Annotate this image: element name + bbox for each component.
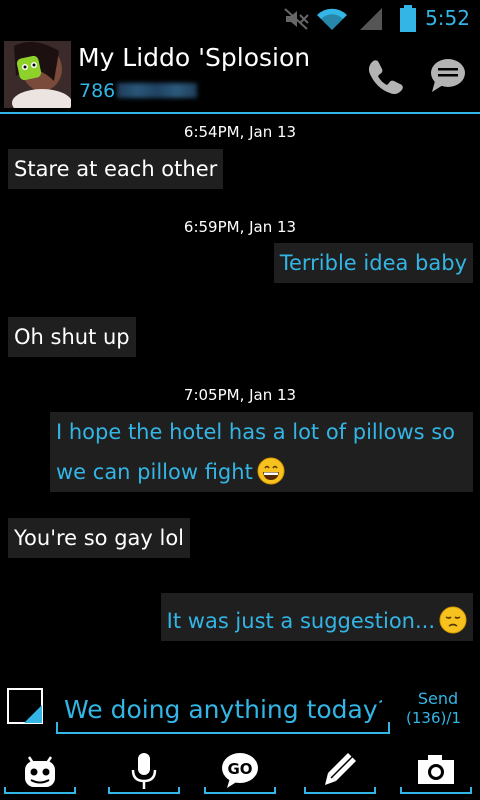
attach-button[interactable]	[7, 688, 43, 724]
message-timestamp: 6:54PM, Jan 13	[183, 123, 297, 141]
phone-icon	[368, 60, 403, 95]
outgoing-message[interactable]: I hope the hotel has a lot of pillows so…	[50, 412, 473, 492]
android-icon	[25, 756, 55, 787]
character-count: (136)/1	[406, 709, 461, 727]
incoming-message[interactable]: You're so gay lol	[8, 518, 191, 558]
message-timestamp: 6:59PM, Jan 13	[183, 218, 297, 236]
outgoing-message[interactable]: It was just a suggestion...	[160, 593, 473, 641]
incoming-message[interactable]: Oh shut up	[8, 317, 136, 357]
camera-button[interactable]	[400, 744, 472, 794]
message-timestamp: 7:05PM, Jan 13	[183, 386, 297, 404]
mute-icon	[283, 7, 311, 35]
contact-avatar[interactable]	[4, 41, 71, 108]
redacted-number	[117, 83, 198, 98]
contact-number-prefix: 786	[79, 80, 116, 102]
button-underline	[204, 787, 276, 794]
message-line: I hope the hotel has a lot of pillows so	[56, 420, 456, 444]
battery-icon	[399, 5, 417, 37]
microphone-icon	[131, 753, 157, 789]
message-line-text: we can pillow fight	[56, 460, 253, 484]
camera-icon	[418, 755, 454, 784]
pensive-emoji-icon	[439, 606, 467, 634]
button-underline	[304, 787, 376, 794]
button-underline	[400, 787, 472, 794]
chat-bubble-icon	[431, 59, 465, 92]
signal-icon	[358, 7, 384, 35]
input-edge-left	[56, 722, 58, 734]
wifi-icon	[316, 7, 348, 35]
status-bar: 5:52	[0, 0, 480, 38]
message-input[interactable]	[56, 682, 390, 734]
message-text: It was just a suggestion...	[166, 609, 435, 633]
button-underline	[4, 787, 76, 794]
contact-number: 786	[79, 80, 198, 102]
input-edge-right	[388, 722, 390, 734]
emoji-android-button[interactable]	[4, 744, 76, 794]
svg-text:GO: GO	[227, 760, 252, 778]
attach-corner-icon	[24, 705, 42, 723]
go-icon: GO	[222, 753, 258, 788]
pencil-icon	[325, 753, 356, 785]
sms-button[interactable]	[426, 54, 470, 98]
grinning-emoji-icon	[257, 457, 285, 485]
header-divider	[0, 112, 480, 114]
go-sms-button[interactable]: GO	[204, 744, 276, 794]
voice-input-button[interactable]	[108, 744, 180, 794]
message-line-with-emoji: we can pillow fight	[56, 452, 467, 492]
conversation-header: My Liddo 'Splosion 786	[0, 38, 480, 112]
button-underline	[108, 787, 180, 794]
handwriting-button[interactable]	[304, 744, 376, 794]
contact-name: My Liddo 'Splosion	[78, 43, 311, 72]
call-button[interactable]	[362, 54, 406, 98]
bottom-toolbar: GO	[0, 744, 480, 800]
incoming-message[interactable]: Stare at each other	[8, 149, 224, 189]
send-button[interactable]: Send	[408, 689, 468, 708]
status-time: 5:52	[425, 6, 470, 30]
outgoing-message[interactable]: Terrible idea baby	[273, 243, 473, 283]
